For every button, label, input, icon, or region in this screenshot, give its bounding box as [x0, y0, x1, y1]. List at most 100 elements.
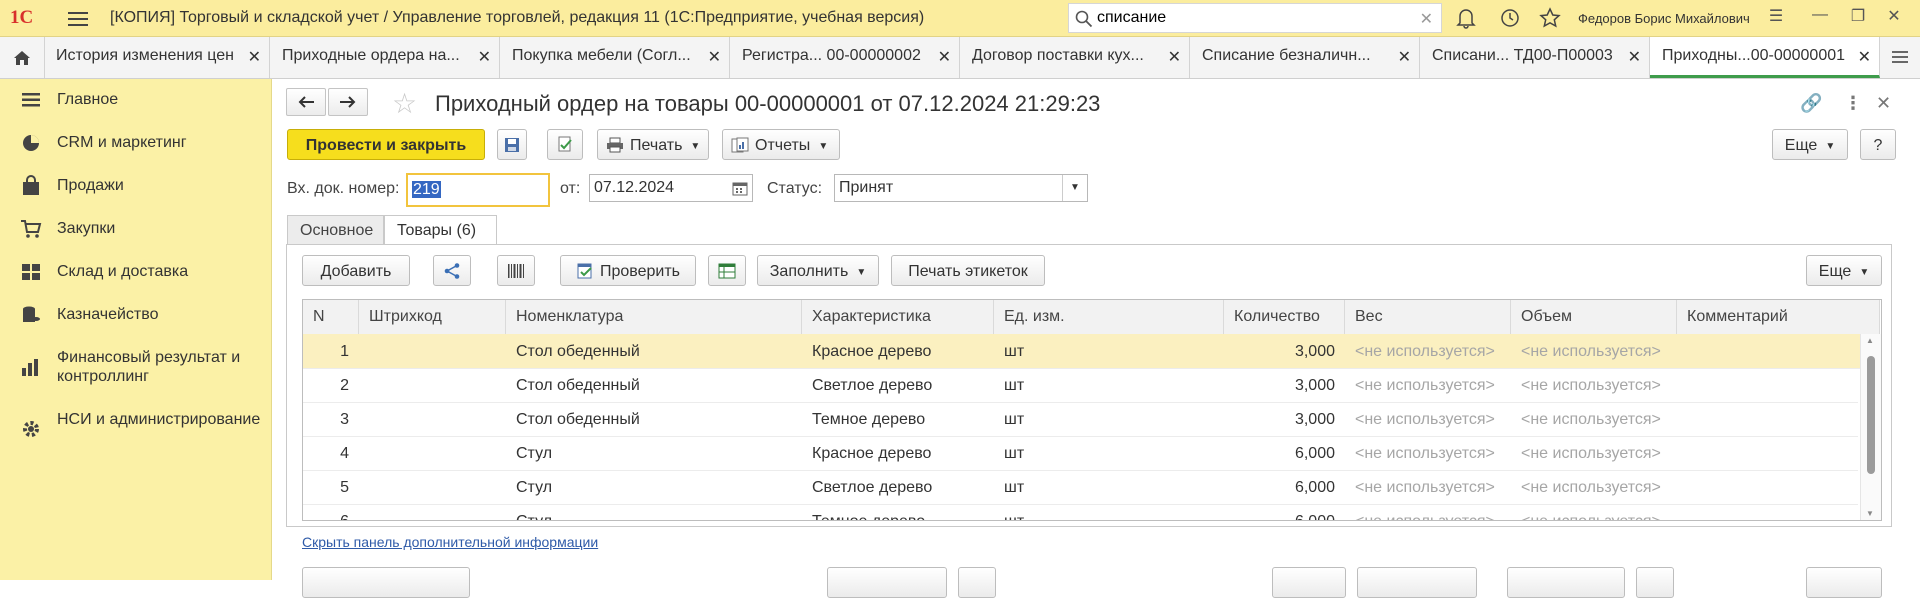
- back-button[interactable]: [286, 88, 326, 116]
- sidebar-item-treasury[interactable]: Казначейство: [0, 294, 271, 336]
- cell-barcode[interactable]: [359, 334, 506, 368]
- print-button[interactable]: Печать ▼: [597, 129, 709, 160]
- tabs-menu-icon[interactable]: [1890, 47, 1910, 67]
- cell-barcode[interactable]: [359, 504, 506, 520]
- close-tab-icon[interactable]: ✕: [478, 47, 491, 67]
- cell-quantity[interactable]: 6,000: [1224, 470, 1345, 504]
- cell-unit[interactable]: шт: [994, 402, 1224, 436]
- col-volume[interactable]: Объем: [1511, 300, 1677, 334]
- cell-quantity[interactable]: 6,000: [1224, 504, 1345, 520]
- cell-item[interactable]: Стул: [506, 436, 802, 470]
- tab-writeoff-td00[interactable]: Списани... ТД00-П00003 ✕: [1420, 37, 1650, 78]
- cell-weight[interactable]: <не используется>: [1345, 504, 1511, 520]
- sidebar-item-admin[interactable]: НСИ и администрирование: [0, 399, 271, 459]
- cell-weight[interactable]: <не используется>: [1345, 436, 1511, 470]
- search-input[interactable]: [1095, 8, 1399, 28]
- cell-barcode[interactable]: [359, 402, 506, 436]
- clear-search-icon[interactable]: ✕: [1420, 9, 1433, 29]
- reports-button[interactable]: Отчеты ▼: [722, 129, 840, 160]
- chevron-down-icon[interactable]: ▼: [1062, 175, 1087, 201]
- cell-n[interactable]: 1: [303, 334, 359, 368]
- cell-unit[interactable]: шт: [994, 368, 1224, 402]
- bottom-button-partial[interactable]: [1507, 567, 1625, 598]
- cell-comment[interactable]: [1677, 436, 1858, 470]
- tab-kitchen-contract[interactable]: Договор поставки кух... ✕: [960, 37, 1190, 78]
- cell-volume[interactable]: <не используется>: [1511, 402, 1677, 436]
- cell-characteristic[interactable]: Красное дерево: [802, 334, 994, 368]
- cell-volume[interactable]: <не используется>: [1511, 334, 1677, 368]
- post-button[interactable]: [547, 129, 583, 160]
- cell-unit[interactable]: шт: [994, 504, 1224, 520]
- cell-item[interactable]: Стул: [506, 504, 802, 520]
- post-and-close-button[interactable]: Провести и закрыть: [287, 129, 485, 160]
- cell-comment[interactable]: [1677, 402, 1858, 436]
- cell-quantity[interactable]: 6,000: [1224, 436, 1345, 470]
- fill-button[interactable]: Заполнить ▼: [757, 255, 879, 286]
- table-row[interactable]: 3 Стол обеденный Темное дерево шт 3,000 <не и…: [303, 402, 1858, 437]
- cell-comment[interactable]: [1677, 368, 1858, 402]
- cell-barcode[interactable]: [359, 436, 506, 470]
- cell-n[interactable]: 6: [303, 504, 359, 520]
- tab-goods[interactable]: Товары (6): [384, 215, 497, 245]
- goods-more-button[interactable]: Еще ▼: [1806, 255, 1882, 286]
- tab-price-history[interactable]: История изменения цен ✕: [44, 37, 270, 78]
- cell-unit[interactable]: шт: [994, 334, 1224, 368]
- user-name[interactable]: Федоров Борис Михайлович: [1578, 11, 1750, 26]
- tab-receipt-orders[interactable]: Приходные ордера на... ✕: [270, 37, 500, 78]
- close-form-icon[interactable]: ✕: [1876, 93, 1891, 114]
- settings-menu-icon[interactable]: ☰: [1762, 6, 1790, 30]
- history-icon[interactable]: [1498, 7, 1522, 29]
- sidebar-item-sales[interactable]: Продажи: [0, 165, 271, 207]
- table-scrollbar[interactable]: ▲ ▼: [1860, 334, 1881, 520]
- bottom-button-partial[interactable]: [1636, 567, 1674, 598]
- table-row[interactable]: 1 Стол обеденный Красное дерево шт 3,000 <не …: [303, 334, 1860, 369]
- cell-weight[interactable]: <не используется>: [1345, 334, 1511, 368]
- cell-characteristic[interactable]: Светлое дерево: [802, 470, 994, 504]
- cell-characteristic[interactable]: Красное дерево: [802, 436, 994, 470]
- cell-volume[interactable]: <не используется>: [1511, 436, 1677, 470]
- sidebar-item-main[interactable]: Главное: [0, 79, 271, 121]
- cell-volume[interactable]: <не используется>: [1511, 368, 1677, 402]
- sidebar-item-warehouse[interactable]: Склад и доставка: [0, 251, 271, 293]
- cell-barcode[interactable]: [359, 368, 506, 402]
- bottom-button-partial[interactable]: [302, 567, 470, 598]
- tab-main-info[interactable]: Основное: [287, 215, 384, 245]
- cell-unit[interactable]: шт: [994, 470, 1224, 504]
- bottom-button-partial[interactable]: [1806, 567, 1882, 598]
- close-tab-icon[interactable]: ✕: [248, 47, 261, 67]
- cell-n[interactable]: 3: [303, 402, 359, 436]
- forward-button[interactable]: [328, 88, 368, 116]
- cell-item[interactable]: Стул: [506, 470, 802, 504]
- close-tab-icon[interactable]: ✕: [1628, 47, 1641, 67]
- cell-weight[interactable]: <не используется>: [1345, 470, 1511, 504]
- help-button[interactable]: ?: [1860, 129, 1896, 160]
- close-tab-icon[interactable]: ✕: [1398, 47, 1411, 67]
- more-actions-button[interactable]: Еще ▼: [1772, 129, 1848, 160]
- barcode-scan-button[interactable]: [497, 255, 535, 286]
- close-tab-icon[interactable]: ✕: [1168, 47, 1181, 67]
- status-select[interactable]: Принят ▼: [834, 174, 1088, 202]
- cell-quantity[interactable]: 3,000: [1224, 368, 1345, 402]
- search-box[interactable]: ✕: [1068, 3, 1442, 33]
- incoming-doc-number-field[interactable]: 219: [406, 173, 550, 207]
- cell-characteristic[interactable]: Светлое дерево: [802, 368, 994, 402]
- cell-volume[interactable]: <не используется>: [1511, 470, 1677, 504]
- table-row[interactable]: 2 Стол обеденный Светлое дерево шт 3,000 <не …: [303, 368, 1858, 403]
- distribute-button[interactable]: [433, 255, 471, 286]
- col-item[interactable]: Номенклатура: [506, 300, 802, 334]
- scrollbar-thumb[interactable]: [1867, 356, 1875, 474]
- cell-item[interactable]: Стол обеденный: [506, 402, 802, 436]
- restore-icon[interactable]: ❐: [1844, 6, 1872, 30]
- sidebar-item-financial-result[interactable]: Финансовый результат и контроллинг: [0, 337, 271, 397]
- more-vertical-icon[interactable]: ⋮: [1844, 93, 1862, 114]
- bottom-button-partial[interactable]: [958, 567, 996, 598]
- favorite-star-icon[interactable]: ☆: [392, 87, 417, 120]
- cell-quantity[interactable]: 3,000: [1224, 334, 1345, 368]
- home-button[interactable]: [0, 37, 45, 78]
- cell-barcode[interactable]: [359, 470, 506, 504]
- table-row[interactable]: 5 Стул Светлое дерево шт 6,000 <не использует…: [303, 470, 1858, 505]
- cell-n[interactable]: 4: [303, 436, 359, 470]
- tab-receipt-order-current[interactable]: Приходны...00-00000001 ✕: [1650, 37, 1880, 78]
- cell-item[interactable]: Стол обеденный: [506, 334, 802, 368]
- cell-comment[interactable]: [1677, 334, 1858, 368]
